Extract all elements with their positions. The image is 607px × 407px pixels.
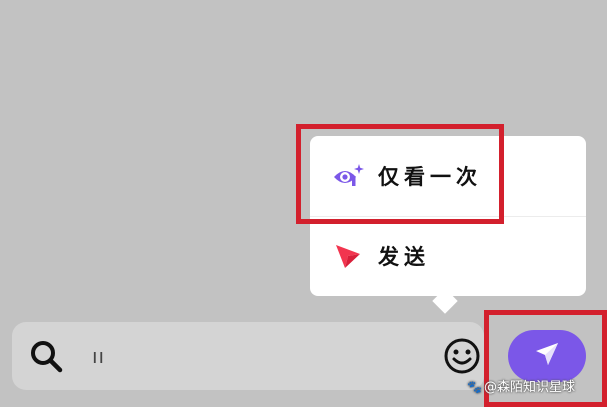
highlight-box-view-once — [296, 124, 504, 224]
send-label: 发送 — [378, 245, 430, 269]
watermark-text: @森陌知识星球 — [483, 380, 575, 395]
send-arrow-icon — [332, 240, 364, 272]
message-input-bar[interactable]: ıı — [12, 322, 484, 390]
menu-item-send[interactable]: 发送 — [310, 216, 586, 296]
message-input[interactable]: ıı — [92, 344, 105, 368]
search-icon[interactable] — [28, 338, 64, 374]
watermark: 🐾 @森陌知识星球 — [467, 376, 575, 395]
paw-icon: 🐾 — [467, 380, 482, 394]
emoji-smiley-icon[interactable] — [442, 336, 482, 376]
